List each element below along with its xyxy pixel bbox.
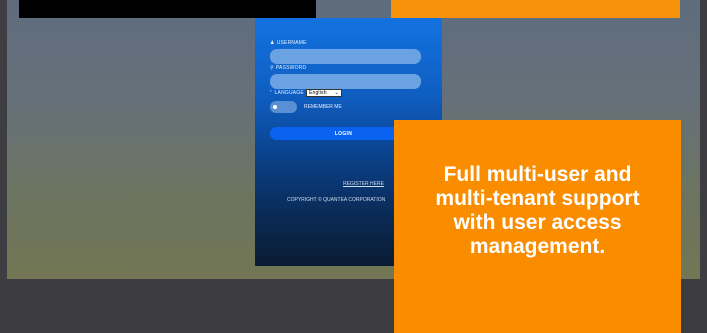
language-row: ⌜ LANGUAGE English ⌄ <box>270 89 342 97</box>
remember-me-label: REMEMBER ME <box>304 104 342 110</box>
username-label: USERNAME <box>276 40 307 46</box>
username-label-row: ♟ USERNAME <box>270 40 307 46</box>
feature-callout: Full multi-user and multi-tenant support… <box>394 120 681 333</box>
language-icon: ⌜ <box>270 90 273 96</box>
language-select[interactable]: English ⌄ <box>305 89 342 97</box>
password-label-row: ⚲ PASSWORD <box>270 65 306 71</box>
toggle-knob <box>273 105 277 109</box>
password-label: PASSWORD <box>275 65 307 71</box>
remember-me-toggle[interactable] <box>270 101 297 113</box>
language-selected-value: English <box>308 90 327 96</box>
callout-text: Full multi-user and multi-tenant support… <box>435 163 640 258</box>
language-label: LANGUAGE <box>274 90 304 96</box>
username-input[interactable] <box>270 49 421 64</box>
key-icon: ⚲ <box>270 65 274 71</box>
password-input[interactable] <box>270 74 421 89</box>
chevron-down-icon: ⌄ <box>334 90 339 96</box>
copyright-text: COPYRIGHT © QUANTEA CORPORATION <box>287 197 386 203</box>
top-orange-box <box>391 0 680 18</box>
user-icon: ♟ <box>270 40 275 46</box>
top-black-box <box>19 0 316 18</box>
